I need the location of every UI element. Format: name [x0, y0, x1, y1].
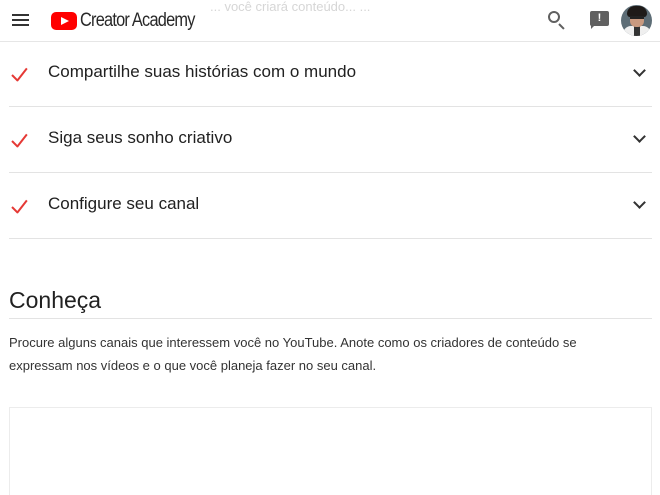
accordion-item-configure-channel[interactable]: Configure seu canal: [9, 173, 652, 239]
chevron-down-icon[interactable]: [633, 198, 645, 210]
checkmark-icon: [11, 132, 33, 148]
menu-icon[interactable]: [9, 10, 33, 32]
section-paragraph: Procure alguns canais que interessem voc…: [9, 331, 609, 377]
paragraph-line: Procure alguns canais que interessem voc…: [9, 335, 577, 350]
feedback-icon[interactable]: !: [590, 11, 610, 30]
section-divider: [9, 318, 652, 319]
avatar[interactable]: [621, 5, 652, 36]
search-icon[interactable]: [546, 9, 568, 31]
logo-text: Creator Academy: [80, 10, 195, 31]
creator-academy-logo[interactable]: Creator Academy: [51, 9, 213, 33]
youtube-logo-icon: [51, 12, 77, 30]
accordion-item-label: Siga seus sonho criativo: [48, 128, 233, 147]
embedded-content-card[interactable]: [9, 407, 652, 495]
checklist-accordion: Compartilhe suas histórias com o mundo S…: [9, 41, 652, 239]
checkmark-icon: [11, 66, 33, 82]
accordion-item-label: Compartilhe suas histórias com o mundo: [48, 62, 357, 81]
chevron-down-icon[interactable]: [633, 66, 645, 78]
accordion-item-share-stories[interactable]: Compartilhe suas histórias com o mundo: [9, 41, 652, 107]
section-title: Conheça: [9, 287, 102, 313]
paragraph-line: expressam nos vídeos e o que você planej…: [9, 358, 377, 373]
accordion-item-creative-dream[interactable]: Siga seus sonho criativo: [9, 107, 652, 173]
top-app-bar: Creator Academy !: [0, 0, 660, 42]
chevron-down-icon[interactable]: [633, 132, 645, 144]
checkmark-icon: [11, 198, 33, 214]
accordion-item-label: Configure seu canal: [48, 194, 200, 213]
